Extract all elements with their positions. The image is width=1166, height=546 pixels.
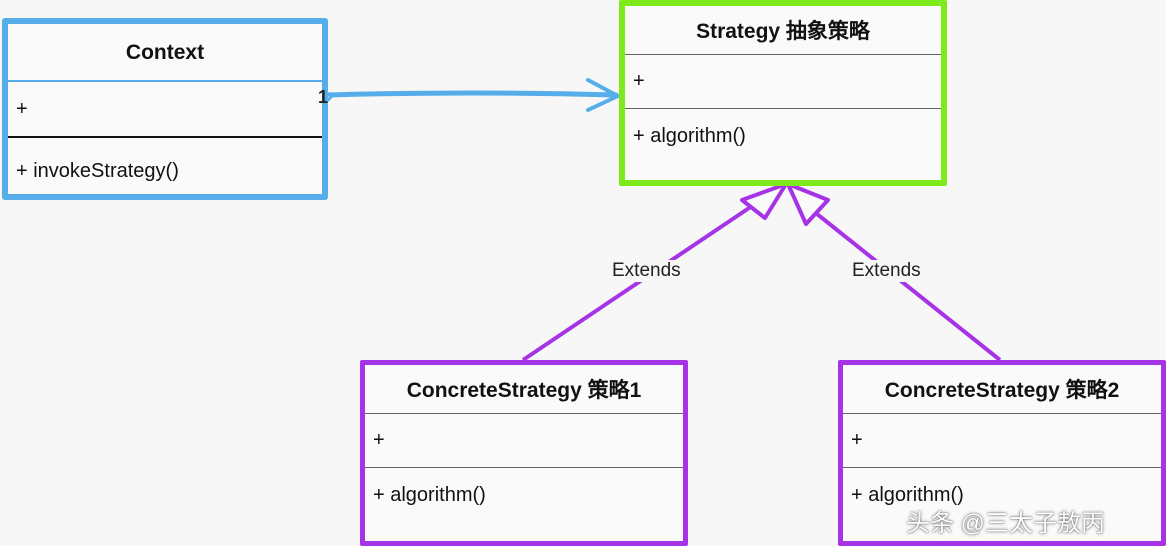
watermark-text: 头条 @三太子敖丙 (906, 510, 1106, 537)
strategy-attribute: + (625, 55, 941, 109)
strategy-operation: + algorithm() (633, 124, 746, 147)
context-operation: + invokeStrategy() (16, 159, 179, 182)
context-class-box: Context + + invokeStrategy() (2, 18, 328, 200)
context-attribute: + (8, 82, 322, 138)
concrete-strategy-1-attribute: + (365, 414, 683, 468)
concrete-strategy-2-attribute: + (843, 414, 1161, 468)
extends-label-1: Extends (612, 260, 681, 282)
association-line (325, 90, 619, 98)
concrete-strategy-1-box: ConcreteStrategy 策略1 + + algorithm() (360, 360, 688, 546)
multiplicity-label: 1 (318, 87, 329, 107)
inheritance-triangle-1 (740, 182, 788, 220)
context-class-title: Context (8, 26, 322, 82)
extends-label-2: Extends (852, 260, 921, 282)
concrete-strategy-1-operation: + algorithm() (373, 483, 486, 506)
uml-strategy-diagram: Context + + invokeStrategy() Strategy 抽象… (0, 0, 1166, 546)
strategy-class-box: Strategy 抽象策略 + + algorithm() (619, 0, 947, 186)
strategy-class-title: Strategy 抽象策略 (625, 6, 941, 55)
concrete-strategy-1-title: ConcreteStrategy 策略1 (365, 365, 683, 414)
concrete-strategy-2-title: ConcreteStrategy 策略2 (843, 365, 1161, 414)
inheritance-line-2 (810, 208, 1002, 362)
